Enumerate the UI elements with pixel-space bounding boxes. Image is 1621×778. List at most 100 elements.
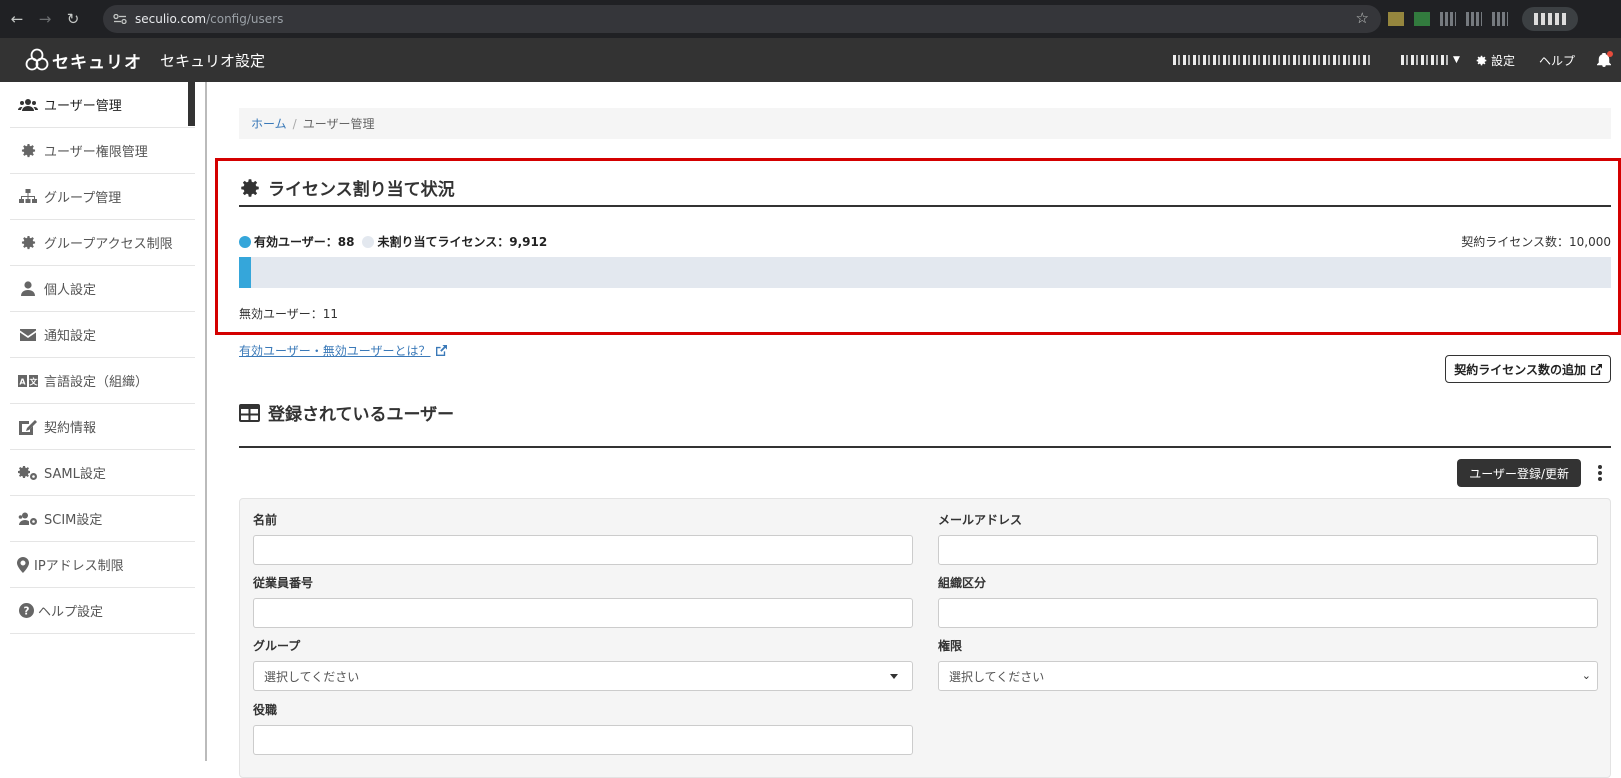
external-link-icon	[435, 345, 447, 356]
sidebar-item-user-management[interactable]: ユーザー管理	[10, 82, 195, 128]
extension-icon[interactable]	[1388, 12, 1404, 26]
help-link[interactable]: ヘルプ	[1539, 52, 1575, 69]
register-update-users-button[interactable]: ユーザー登録/更新	[1457, 459, 1581, 487]
sidebar-item-label: 個人設定	[44, 283, 97, 298]
unassigned-licenses-label: 未割り当てライセンス：9,912	[377, 235, 548, 249]
sidebar-item-personal-settings[interactable]: 個人設定	[10, 266, 195, 312]
settings-label: 設定	[1490, 53, 1515, 68]
help-label: ヘルプ	[1538, 53, 1575, 68]
sidebar-item-language-settings[interactable]: A文 言語設定（組織）	[10, 358, 195, 404]
group-field-group: グループ 選択してください	[253, 637, 913, 691]
breadcrumb-separator: /	[292, 116, 297, 131]
position-field-group: 役職	[253, 701, 913, 755]
employee-number-label: 従業員番号	[253, 576, 314, 590]
address-bar[interactable]: seculio.com/config/users ☆	[103, 5, 1381, 33]
group-select[interactable]: 選択してください	[253, 661, 913, 691]
extension-icon[interactable]	[1440, 12, 1456, 26]
org-division-field-group: 組織区分	[938, 574, 1598, 628]
unassigned-legend-dot	[362, 235, 375, 248]
license-allocation-panel: ライセンス割り当て状況 有効ユーザー：88 未割り当てライセンス：9,912 契…	[215, 158, 1621, 335]
app-logo[interactable]: セキュリオ	[24, 47, 142, 73]
email-input[interactable]	[938, 535, 1598, 565]
question-circle-icon: ?	[18, 603, 34, 618]
sidebar-item-label: ユーザー権限管理	[44, 145, 148, 160]
add-contract-licenses-button[interactable]: 契約ライセンス数の追加	[1445, 355, 1611, 383]
sidebar-item-scim-settings[interactable]: SCIM設定	[10, 496, 195, 542]
url-path: /config/users	[206, 12, 284, 26]
contract-icon	[18, 419, 38, 435]
users-icon	[18, 98, 38, 112]
sidebar-item-ip-restriction[interactable]: IPアドレス制限	[10, 542, 195, 588]
org-division-input[interactable]	[938, 598, 1598, 628]
svg-text:A: A	[19, 377, 26, 386]
caret-down-icon	[890, 674, 898, 679]
sidebar-item-label: グループ管理	[44, 191, 122, 206]
breadcrumb-home-link[interactable]: ホーム	[251, 115, 287, 132]
sidebar-item-notification-settings[interactable]: 通知設定	[10, 312, 195, 358]
gear-icon	[18, 235, 38, 250]
gears-icon	[18, 465, 38, 481]
sidebar-item-group-management[interactable]: グループ管理	[10, 174, 195, 220]
active-legend-dot	[239, 235, 251, 248]
position-input[interactable]	[253, 725, 913, 755]
seculio-logo-icon	[25, 48, 49, 71]
sidebar-item-help-settings[interactable]: ? ヘルプ設定	[10, 588, 195, 634]
section-divider	[239, 205, 1611, 207]
profile-avatar[interactable]	[1522, 7, 1578, 31]
table-icon	[239, 403, 260, 422]
permission-field-group: 権限 選択してください ⌄	[938, 637, 1598, 691]
extension-icon[interactable]	[1492, 12, 1508, 26]
forward-arrow-icon[interactable]: →	[34, 8, 56, 30]
sidebar-item-label: IPアドレス制限	[34, 559, 124, 574]
bookmark-star-icon[interactable]: ☆	[1356, 9, 1369, 27]
license-usage-bar	[239, 257, 1611, 288]
active-inactive-help-link[interactable]: 有効ユーザー・無効ユーザーとは？	[239, 342, 447, 359]
contract-licenses-label: 契約ライセンス数：10,000	[1461, 235, 1611, 249]
bell-icon[interactable]	[1597, 51, 1613, 67]
permission-select[interactable]: 選択してください ⌄	[938, 661, 1598, 691]
name-label: 名前	[253, 513, 278, 527]
user-menu[interactable]: ▼	[1401, 55, 1460, 65]
sidebar: ユーザー管理 ユーザー権限管理 グループ管理 グループアクセス制限 個人設定 通…	[0, 82, 207, 761]
breadcrumb-current: ユーザー管理	[302, 117, 375, 131]
sidebar-item-user-permissions[interactable]: ユーザー権限管理	[10, 128, 195, 174]
extension-icon[interactable]	[1466, 12, 1482, 26]
map-pin-icon	[16, 556, 30, 573]
add-license-label: 契約ライセンス数の追加	[1454, 362, 1586, 377]
chevron-down-icon: ⌄	[1581, 669, 1591, 682]
name-input[interactable]	[253, 535, 913, 565]
url-host: seculio.com	[135, 12, 207, 26]
sidebar-item-contract-info[interactable]: 契約情報	[10, 404, 195, 450]
svg-text:文: 文	[30, 376, 39, 386]
gear-icon	[240, 178, 260, 198]
sidebar-item-saml-settings[interactable]: SAML設定	[10, 450, 195, 496]
sidebar-item-label: 通知設定	[44, 329, 97, 344]
logo-text: セキュリオ	[52, 52, 142, 73]
site-settings-icon[interactable]	[113, 14, 127, 24]
employee-number-input[interactable]	[253, 598, 913, 628]
users-gear-icon	[18, 512, 38, 526]
gear-icon	[1476, 55, 1487, 65]
sidebar-item-label: SAML設定	[44, 467, 106, 482]
reload-icon[interactable]: ↻	[62, 8, 84, 30]
registered-users-title: 登録されているユーザー	[239, 400, 454, 425]
sidebar-item-label: ユーザー管理	[44, 99, 122, 114]
active-users-label: 有効ユーザー：88	[254, 235, 355, 249]
external-link-icon	[1591, 363, 1602, 375]
group-label: グループ	[253, 639, 301, 653]
position-label: 役職	[253, 703, 278, 717]
more-options-icon[interactable]	[1595, 462, 1605, 484]
extension-icon[interactable]	[1414, 12, 1430, 26]
sidebar-item-label: 言語設定（組織）	[44, 375, 149, 390]
sidebar-item-group-access[interactable]: グループアクセス制限	[10, 220, 195, 266]
back-arrow-icon[interactable]: ←	[6, 8, 28, 30]
license-legend: 有効ユーザー：88 未割り当てライセンス：9,912 契約ライセンス数：10,0…	[239, 233, 1611, 250]
app-header: セキュリオ セキュリオ設定 ▼ 設定 ヘルプ	[0, 38, 1621, 82]
header-right: ▼ 設定 ヘルプ	[1173, 38, 1621, 82]
caret-down-icon: ▼	[1453, 55, 1460, 65]
url-text[interactable]: seculio.com/config/users	[135, 12, 283, 26]
org-division-label: 組織区分	[938, 576, 987, 590]
sidebar-item-label: SCIM設定	[44, 513, 103, 528]
settings-link[interactable]: 設定	[1476, 52, 1515, 69]
license-title-text: ライセンス割り当て状況	[268, 180, 455, 200]
